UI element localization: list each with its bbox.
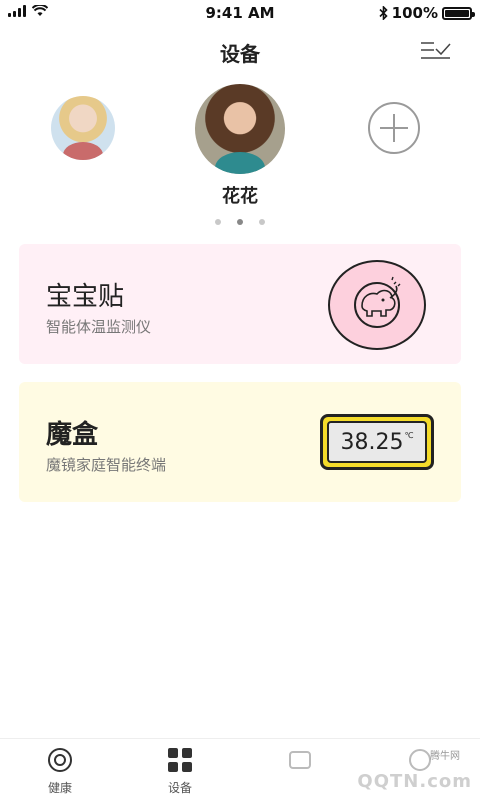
battery-icon [442,6,475,20]
profile-name: 花花 [222,186,258,207]
tab-health[interactable]: 健康 [30,747,90,796]
tab-device[interactable]: 设备 [150,747,210,796]
device-card-subtitle: 魔镜家庭智能终端 [46,456,167,474]
page-indicator [0,219,480,225]
temperature-unit: ℃ [404,430,414,440]
battery-fill [445,9,469,17]
grid-icon [168,748,192,772]
temperature-display: 38.25 ℃ [320,414,434,470]
device-card-title: 宝宝贴 [46,282,125,312]
target-icon [48,748,72,772]
tab-icon [289,751,311,769]
add-profile-button[interactable] [368,102,420,154]
status-bar: 9:41 AM 100% [0,0,480,26]
page-title: 设备 [220,42,260,66]
tab-label: 健康 [47,781,72,795]
device-card-magic-box[interactable]: 魔盒 魔镜家庭智能终端 38.25 ℃ [19,382,461,502]
profile-avatar-selected[interactable] [195,84,285,174]
bluetooth-icon [379,6,388,20]
avatar-body [63,142,103,160]
profile-avatar-secondary[interactable] [51,96,115,160]
temperature-screen: 38.25 ℃ [327,421,427,463]
page-dot [215,219,221,225]
page-dot-active [237,219,243,225]
tab-third[interactable] [270,747,330,779]
avatar-body [215,152,265,174]
list-check-icon[interactable] [420,40,452,62]
device-card-title: 魔盒 [46,420,99,450]
tab-label: 设备 [167,781,192,795]
page-dot [259,219,265,225]
tab-bar: 健康 设备 腾牛网 QQTN.com [0,738,480,800]
baby-elephant-icon [328,260,426,350]
status-right: 100% [379,4,475,22]
temperature-value: 38.25 [340,429,404,455]
battery-percent: 100% [391,4,438,22]
device-card-baby-patch[interactable]: 宝宝贴 智能体温监测仪 [19,244,461,364]
watermark: QQTN.com [357,771,472,792]
device-card-subtitle: 智能体温监测仪 [46,318,152,336]
watermark-small: 腾牛网 [430,751,460,762]
